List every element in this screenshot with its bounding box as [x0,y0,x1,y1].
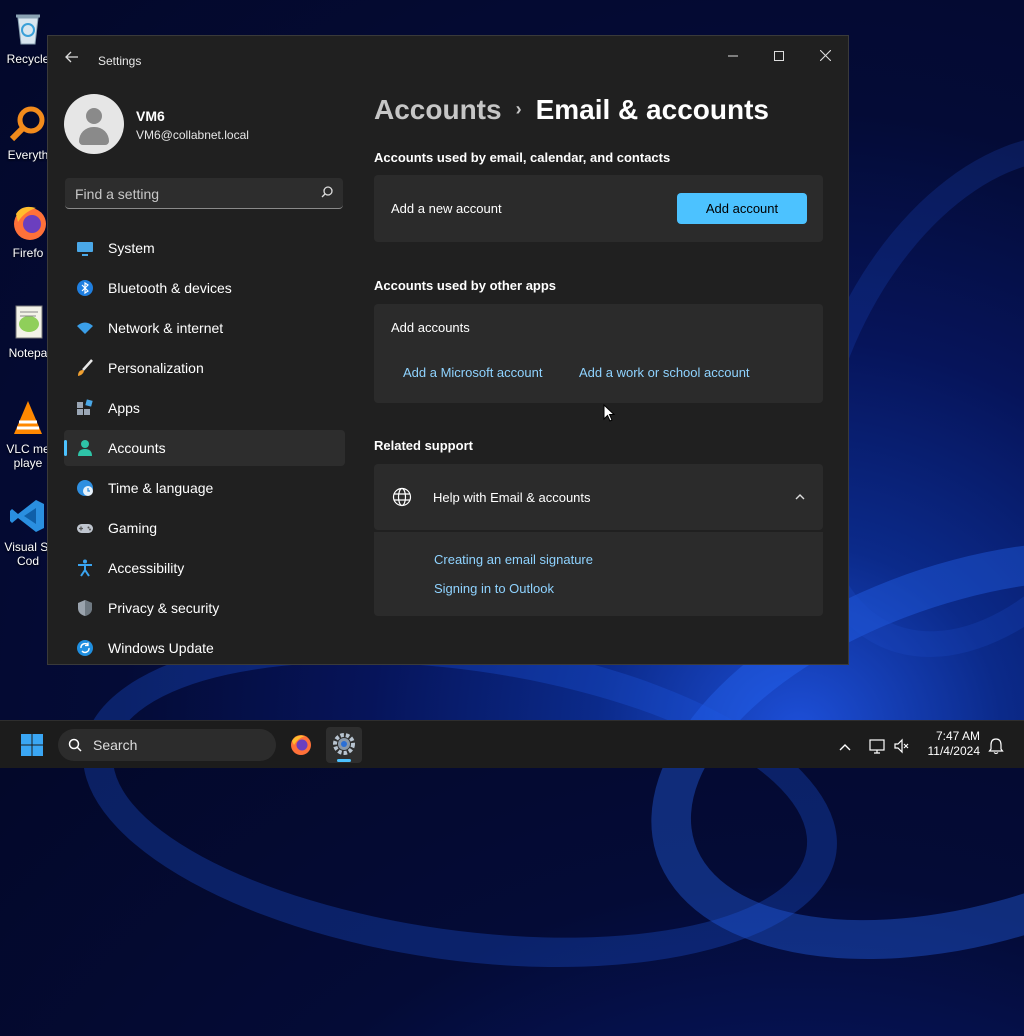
help-title: Help with Email & accounts [433,490,591,505]
nav-label: Accessibility [108,560,185,576]
globe-icon [392,487,412,507]
windows-start-icon[interactable] [20,733,44,757]
chevron-up-icon[interactable] [795,492,805,502]
section-title-related-support: Related support [374,438,473,453]
apps-icon [77,399,93,415]
settings-window: Settings VM6 VM6@collabnet.local Find a … [47,35,849,665]
vscode-icon [8,496,48,536]
person-icon [78,440,92,456]
update-icon [77,640,93,656]
search-placeholder: Find a setting [75,186,160,202]
chevron-up-icon[interactable] [838,738,852,758]
close-button[interactable] [802,40,848,72]
wifi-icon [77,322,93,334]
add-new-account-card: Add a new account Add account [374,175,823,242]
system-clock[interactable]: 7:47 AM 11/4/2024 [900,729,981,759]
recycle-bin-icon [8,8,48,48]
nav-label: Windows Update [108,640,214,656]
avatar-shoulders [79,127,109,145]
nav-label: Accounts [108,440,166,456]
section-title-email-accounts: Accounts used by email, calendar, and co… [374,150,671,165]
settings-nav: System Bluetooth & devices Network & int… [64,230,345,670]
close-icon [819,49,831,62]
help-link-email-signature[interactable]: Creating an email signature [434,552,593,567]
back-arrow-icon [65,51,78,63]
taskbar-firefox[interactable] [283,727,319,763]
bluetooth-icon [77,280,93,296]
nav-label: Privacy & security [108,600,220,616]
notepad-plus-plus-icon [8,302,48,342]
user-profile[interactable]: VM6 VM6@collabnet.local [64,92,344,156]
add-accounts-card: Add accounts Add a Microsoft account Add… [374,304,823,403]
nav-label: Personalization [108,360,204,376]
nav-label: Network & internet [108,320,224,336]
nav-item-privacy-security[interactable]: Privacy & security [64,590,345,626]
globe-clock-icon [77,480,93,496]
mouse-pointer-icon [603,404,615,422]
nav-label: System [108,240,155,256]
nav-item-network[interactable]: Network & internet [64,310,345,346]
everything-icon [8,104,48,144]
add-account-button[interactable]: Add account [677,193,807,224]
minimize-button[interactable] [710,40,756,72]
minimize-icon [728,55,738,57]
nav-label: Gaming [108,520,158,536]
nav-label: Apps [108,400,140,416]
breadcrumb-separator: › [515,99,522,119]
search-icon[interactable] [321,186,333,198]
breadcrumb-parent[interactable]: Accounts [374,94,502,125]
nav-item-windows-update[interactable]: Windows Update [64,630,345,666]
settings-search-input[interactable]: Find a setting [65,178,343,209]
nav-item-apps[interactable]: Apps [64,390,345,426]
nav-item-accounts[interactable]: Accounts [64,430,345,466]
nav-item-accessibility[interactable]: Accessibility [64,550,345,586]
add-microsoft-account-link[interactable]: Add a Microsoft account [403,365,542,380]
nav-label: Bluetooth & devices [108,280,232,296]
firefox-icon [291,735,311,755]
avatar[interactable] [64,94,124,154]
help-link-signing-outlook[interactable]: Signing in to Outlook [434,581,554,596]
avatar-head [86,108,102,124]
active-indicator [337,759,351,762]
add-work-school-account-link[interactable]: Add a work or school account [579,365,750,380]
add-accounts-label: Add accounts [391,320,470,335]
nav-item-personalization[interactable]: Personalization [64,350,345,386]
page-title: Email & accounts [535,94,769,125]
add-new-account-label: Add a new account [391,201,502,216]
shield-icon [78,600,92,616]
nav-label: Time & language [108,480,214,496]
accessibility-icon [78,559,92,577]
section-title-other-apps: Accounts used by other apps [374,278,557,293]
gear-icon [333,733,355,755]
nav-item-system[interactable]: System [64,230,345,266]
vlc-icon [8,398,48,438]
taskbar-search[interactable]: Search [58,729,276,761]
taskbar-settings[interactable] [326,727,362,763]
app-title: Settings [98,54,142,68]
firefox-icon [8,202,48,242]
network-icon[interactable] [868,736,886,756]
breadcrumb: Accounts › Email & accounts [374,94,769,126]
maximize-icon [774,51,784,61]
user-name: VM6 [136,108,165,124]
help-expander-content: Creating an email signature Signing in t… [374,532,823,616]
gamepad-icon [77,524,93,533]
clock-time: 7:47 AM [935,729,980,743]
clock-date: 11/4/2024 [927,744,981,758]
user-email: VM6@collabnet.local [136,128,249,142]
help-expander-header[interactable]: Help with Email & accounts [374,464,823,530]
taskbar: Search 7:47 AM 11/4/2024 [0,720,1024,768]
search-icon [68,738,82,752]
taskbar-search-label: Search [93,737,138,753]
maximize-button[interactable] [756,40,802,72]
notification-bell-icon[interactable] [988,736,1004,756]
nav-item-gaming[interactable]: Gaming [64,510,345,546]
monitor-icon [77,242,93,256]
back-button[interactable] [62,50,82,70]
nav-item-time-language[interactable]: Time & language [64,470,345,506]
brush-icon [78,359,93,376]
title-bar[interactable]: Settings [48,36,848,82]
nav-item-bluetooth[interactable]: Bluetooth & devices [64,270,345,306]
